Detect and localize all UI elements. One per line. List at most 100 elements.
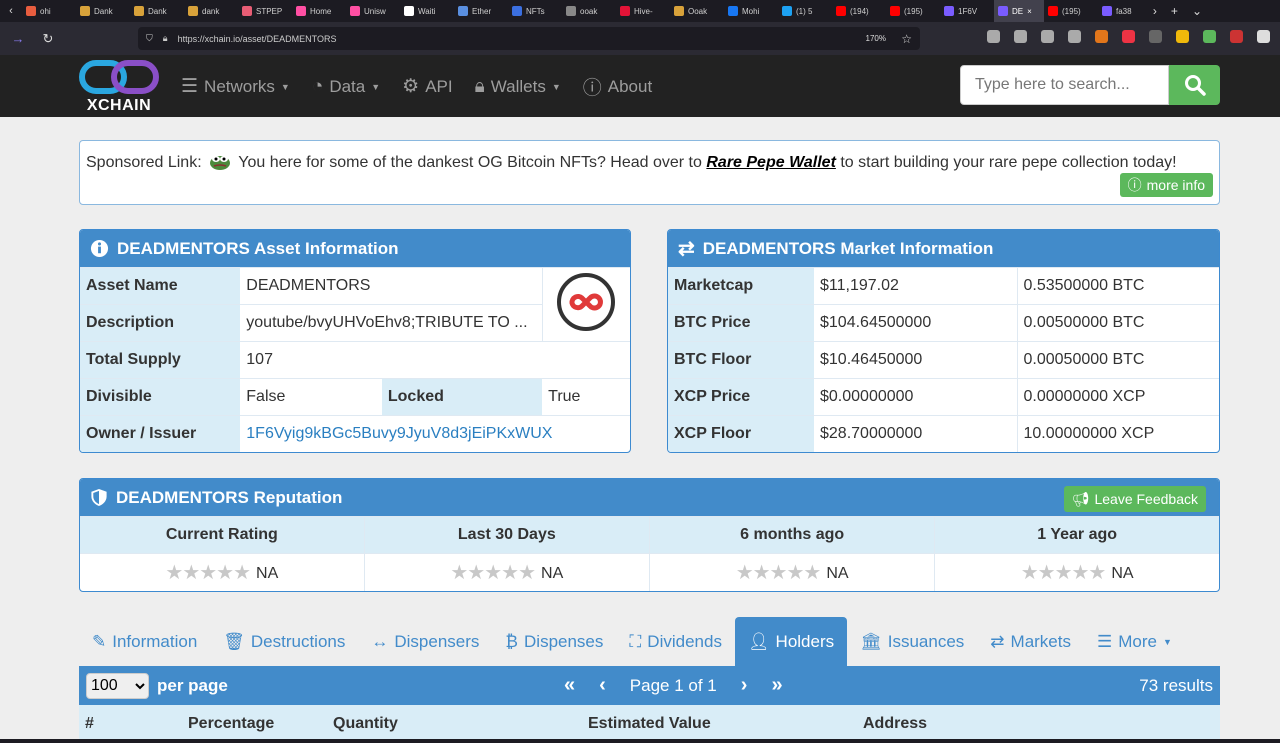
tab-dispenses[interactable]: ₿ Dispenses — [492, 617, 616, 667]
tab-markets[interactable]: ⇄ Markets — [977, 617, 1084, 667]
library-icon[interactable] — [1068, 30, 1081, 43]
nav-label: API — [425, 76, 453, 96]
tab-destructions[interactable]: 🗑︎ Destructions — [210, 617, 358, 667]
rare-pepe-wallet-link[interactable]: Rare Pepe Wallet — [706, 154, 836, 171]
close-tab-icon[interactable]: × — [1027, 7, 1032, 16]
extension-icon[interactable] — [1203, 30, 1216, 43]
browser-tab[interactable]: DE × — [994, 0, 1044, 22]
tab-holders[interactable]: 👤︎ Holders — [734, 617, 848, 667]
star-rating-icon: ★★★★★ — [1020, 561, 1107, 584]
owner-address-link[interactable]: 1F6Vyig9kBGc5Buvy9JyuV8d3jEiPKxWUX — [246, 425, 552, 442]
pepe-icon — [210, 156, 231, 170]
extension-icon[interactable] — [1230, 30, 1243, 43]
nav-wallets[interactable]: 🔒︎ Wallets ▼ — [475, 73, 561, 100]
browser-tab[interactable]: fa38 — [1098, 0, 1152, 22]
forward-icon[interactable]: → — [8, 31, 28, 46]
browser-tab[interactable]: Home — [292, 0, 346, 22]
browser-tab[interactable]: Hive- — [616, 0, 670, 22]
last-page-icon[interactable]: » — [771, 674, 782, 697]
pagination: « ‹ Page 1 of 1 › » — [564, 666, 783, 705]
list-icon: ☰ — [1097, 632, 1113, 651]
xchain-logo[interactable]: XCHAIN — [79, 59, 159, 115]
list-tabs-icon[interactable]: ⌄ — [1192, 4, 1202, 18]
main-menu: ☰ Networks ▼ ◔ Data ▼ ⚙ API 🔒︎ Wallets ▼ ⓘ About — [181, 73, 652, 100]
tab-label: Ether — [472, 6, 492, 16]
tab-dispensers[interactable]: ↔ Dispensers — [358, 617, 492, 667]
browser-tab[interactable]: Waiti — [400, 0, 454, 22]
prev-page-icon[interactable]: ‹ — [599, 674, 606, 697]
zoom-level[interactable]: 170% — [866, 34, 886, 43]
tab-dividends[interactable]: ⛶ Dividends — [616, 617, 735, 667]
browser-tab[interactable]: (194) — [832, 0, 886, 22]
extension-icon[interactable] — [1122, 30, 1135, 43]
padlock-icon: 🔒︎ — [162, 33, 168, 43]
tab-favicon-icon — [1102, 6, 1112, 16]
tab-label: Dank — [148, 6, 167, 16]
browser-tab[interactable]: (1) 5 — [778, 0, 832, 22]
search-input[interactable] — [960, 65, 1169, 105]
asset-info-header: DEADMENTORS Asset Information — [80, 230, 630, 267]
browser-tab[interactable]: Ether — [454, 0, 508, 22]
market-info-panel: ⇄ DEADMENTORS Market Information Marketc… — [667, 229, 1220, 453]
first-page-icon[interactable]: « — [564, 674, 575, 697]
download-icon[interactable] — [1041, 30, 1054, 43]
pocket-icon[interactable] — [1014, 30, 1027, 43]
browser-tab[interactable]: STPEP — [238, 0, 292, 22]
holders-table-header: # Percentage Quantity Estimated Value Ad… — [79, 705, 1220, 741]
browser-tab[interactable]: Dank — [130, 0, 184, 22]
column-header-address[interactable]: Address — [863, 715, 927, 733]
search-button[interactable] — [1169, 65, 1220, 105]
tab-favicon-icon — [350, 6, 360, 16]
browser-tab[interactable]: (195) — [1044, 0, 1098, 22]
per-page-select[interactable]: 100 — [86, 672, 149, 699]
nav-api[interactable]: ⚙ API — [402, 73, 452, 100]
column-header-estimated-value[interactable]: Estimated Value — [588, 715, 711, 733]
reload-icon[interactable]: ↻ — [38, 31, 58, 47]
market-usd-value: $10.46450000 — [814, 341, 1018, 379]
asset-logo-icon[interactable] — [556, 272, 616, 332]
market-native-value: 0.53500000 BTC — [1017, 267, 1219, 305]
reputation-panel: DEADMENTORS Reputation 📢︎ Leave Feedback… — [79, 478, 1220, 592]
extension-icon[interactable] — [1176, 30, 1189, 43]
info-circle-icon: ⓘ — [1127, 177, 1142, 193]
metamask-icon[interactable] — [1095, 30, 1108, 43]
new-tab-icon[interactable]: + — [1171, 4, 1178, 18]
more-info-button[interactable]: ⓘ more info — [1119, 173, 1213, 197]
table-row: Owner / Issuer 1F6Vyig9kBGc5Buvy9JyuV8d3… — [80, 415, 630, 452]
column-header-quantity[interactable]: Quantity — [333, 715, 398, 733]
column-header-percentage[interactable]: Percentage — [188, 715, 274, 733]
tab-scroll-right-icon[interactable]: › — [1153, 4, 1157, 18]
nav-about[interactable]: ⓘ About — [583, 73, 652, 100]
owner-address-cell: 1F6Vyig9kBGc5Buvy9JyuV8d3jEiPKxWUX — [240, 415, 630, 452]
browser-tab[interactable]: NFTs — [508, 0, 562, 22]
column-header-index[interactable]: # — [85, 715, 94, 733]
browser-tab[interactable]: ooak — [562, 0, 616, 22]
browser-tab[interactable]: dank — [184, 0, 238, 22]
tab-scroll-left-icon[interactable]: ‹ — [0, 5, 22, 17]
browser-tab[interactable]: Ooak — [670, 0, 724, 22]
browser-tab[interactable]: Unisw — [346, 0, 400, 22]
browser-tab[interactable]: Mohi — [724, 0, 778, 22]
extension-icon[interactable] — [1149, 30, 1162, 43]
extension-icon[interactable] — [987, 30, 1000, 43]
browser-tab[interactable]: ohi — [22, 0, 76, 22]
tab-information[interactable]: ✎ Information — [79, 617, 210, 667]
menu-icon[interactable] — [1257, 30, 1270, 43]
reputation-header: DEADMENTORS Reputation 📢︎ Leave Feedback — [80, 479, 1219, 516]
tab-more[interactable]: ☰ More ▼ — [1084, 617, 1185, 667]
next-page-icon[interactable]: › — [741, 674, 748, 697]
holders-toolbar: 100 per page « ‹ Page 1 of 1 › » 73 resu… — [79, 666, 1220, 705]
browser-tab[interactable]: Dank — [76, 0, 130, 22]
tab-issuances[interactable]: 🏛︎ Issuances — [847, 617, 977, 667]
leave-feedback-button[interactable]: 📢︎ Leave Feedback — [1063, 486, 1206, 512]
bookmark-star-icon[interactable]: ☆ — [901, 32, 912, 46]
browser-tab[interactable]: (195) — [886, 0, 940, 22]
address-bar[interactable]: ⛉ 🔒︎ https://xchain.io/asset/DEADMENTORS… — [138, 27, 920, 50]
tab-label: Ooak — [688, 6, 708, 16]
browser-tab[interactable]: 1F6V — [940, 0, 994, 22]
nav-data[interactable]: ◔ Data ▼ — [312, 73, 380, 100]
leave-feedback-label: Leave Feedback — [1094, 491, 1198, 507]
logo-text: XCHAIN — [86, 97, 152, 114]
nav-networks[interactable]: ☰ Networks ▼ — [181, 73, 290, 100]
asset-name-value: DEADMENTORS — [240, 267, 543, 305]
